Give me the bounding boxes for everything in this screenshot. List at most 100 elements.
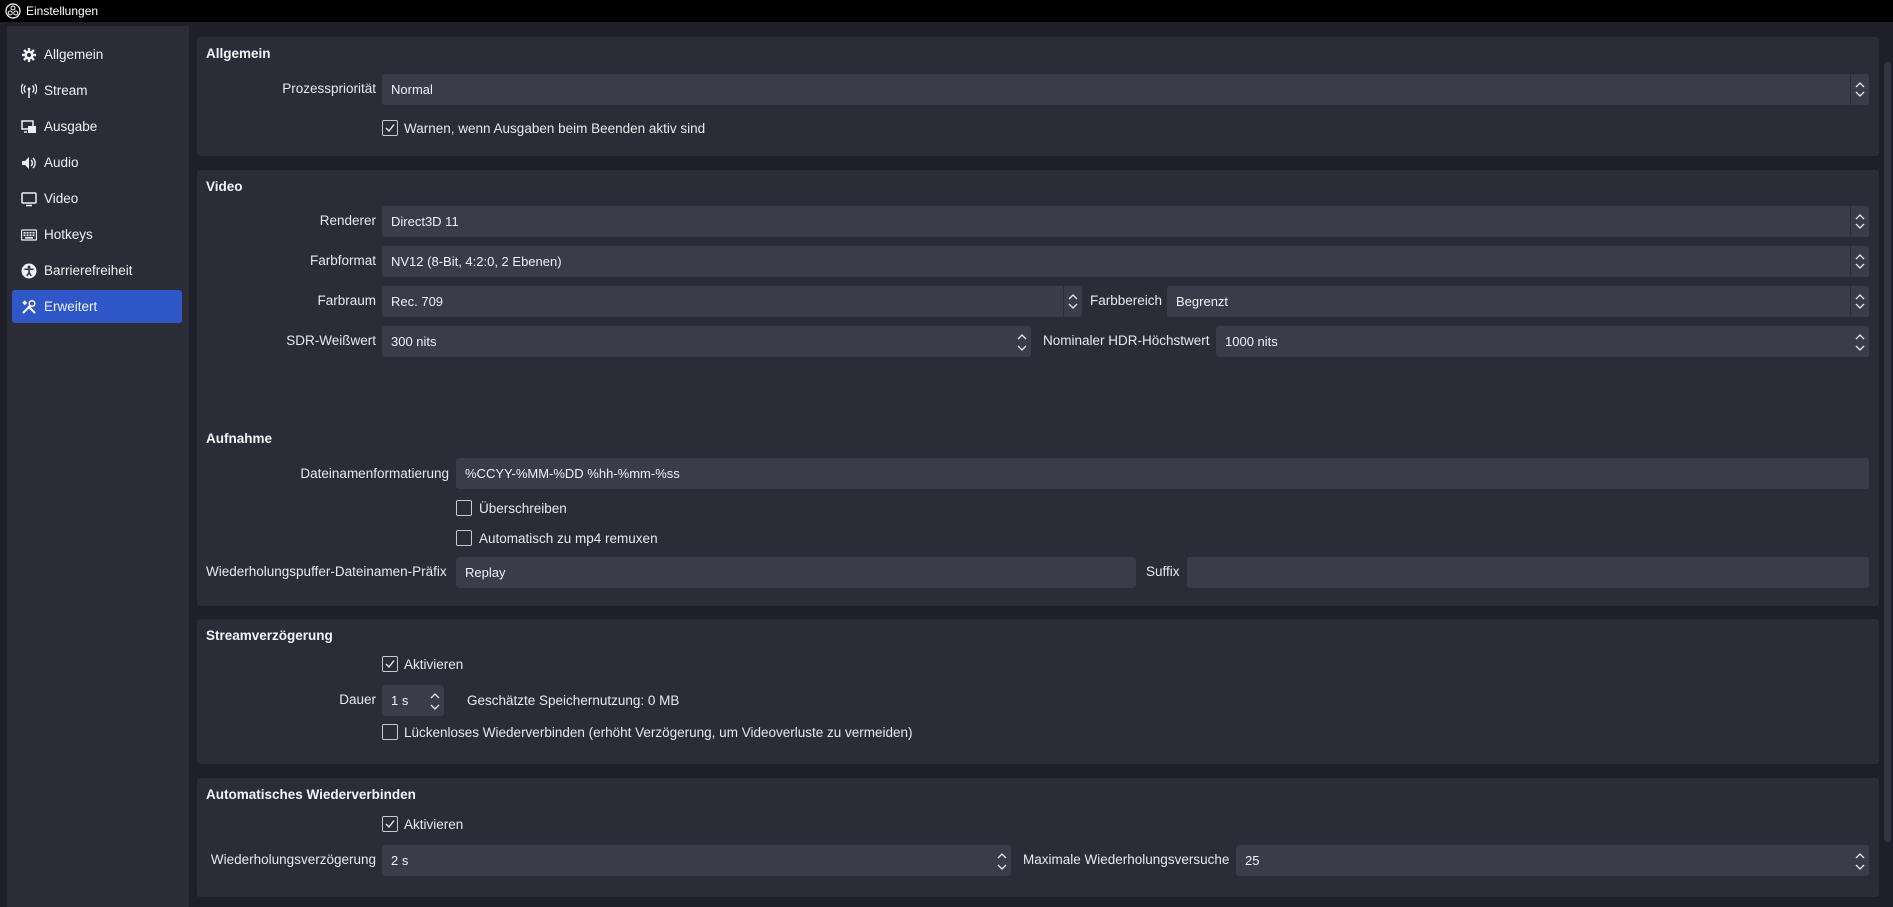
replay-prefix-value: Replay <box>465 565 506 580</box>
color-space-label: Farbraum <box>317 293 376 308</box>
sidebar-item-label: Video <box>44 191 79 206</box>
keyboard-icon <box>21 229 37 241</box>
title-bar: Einstellungen <box>0 0 1893 22</box>
color-range-label: Farbbereich <box>1090 293 1163 308</box>
scrollbar-thumb[interactable] <box>1884 62 1891 842</box>
auto-remux-label: Automatisch zu mp4 remuxen <box>479 531 658 546</box>
sidebar-item-label: Audio <box>44 155 79 170</box>
spin-arrows-icon[interactable] <box>1013 326 1031 357</box>
updown-chevron-icon <box>1063 286 1082 317</box>
stream-delay-enable-label: Aktivieren <box>404 657 464 672</box>
sidebar-item-label: Hotkeys <box>44 227 93 242</box>
sidebar-item-label: Stream <box>44 83 88 98</box>
updown-chevron-icon <box>1850 286 1869 317</box>
max-retries-value: 25 <box>1245 853 1260 868</box>
sidebar-item-barrierefreiheit[interactable]: Barrierefreiheit <box>12 254 182 287</box>
replay-prefix-label: Wiederholungspuffer-Dateinamen-Präfix <box>206 564 447 579</box>
obs-logo-icon <box>5 3 21 19</box>
warn-on-exit-checkbox[interactable] <box>382 120 398 136</box>
stream-delay-enable-checkbox[interactable] <box>382 656 398 672</box>
filename-format-label: Dateinamenformatierung <box>300 466 449 481</box>
sidebar-item-allgemein[interactable]: Allgemein <box>12 38 182 71</box>
warn-on-exit-label: Warnen, wenn Ausgaben beim Beenden aktiv… <box>404 121 706 136</box>
color-range-select[interactable]: Begrenzt <box>1167 286 1869 317</box>
general-group: Allgemein Prozesspriorität Normal Warnen… <box>197 37 1879 156</box>
settings-content: Allgemein Prozesspriorität Normal Warnen… <box>197 22 1879 907</box>
retry-delay-spinbox[interactable]: 2 s <box>382 845 1011 876</box>
updown-chevron-icon <box>1850 74 1869 105</box>
duration-spinbox[interactable]: 1 s <box>382 685 444 716</box>
sidebar: Allgemein Stream Ausgabe Audio Video Hot… <box>7 26 189 907</box>
sidebar-item-ausgabe[interactable]: Ausgabe <box>12 110 182 143</box>
auto-remux-checkbox[interactable] <box>456 530 472 546</box>
sdr-white-value: 300 nits <box>391 334 437 349</box>
hdr-peak-label: Nominaler HDR-Höchstwert <box>1043 333 1210 348</box>
spin-arrows-icon[interactable] <box>1851 326 1869 357</box>
spin-arrows-icon[interactable] <box>993 845 1011 876</box>
sidebar-item-stream[interactable]: Stream <box>12 74 182 107</box>
group-title: Allgemein <box>206 46 271 61</box>
gear-icon <box>22 48 36 62</box>
sdr-white-label: SDR-Weißwert <box>286 333 376 348</box>
sidebar-item-hotkeys[interactable]: Hotkeys <box>12 218 182 251</box>
updown-chevron-icon <box>1850 206 1869 237</box>
renderer-label: Renderer <box>319 213 376 228</box>
speaker-icon <box>22 157 36 169</box>
checkmark-icon <box>385 820 395 829</box>
color-range-value: Begrenzt <box>1176 294 1229 309</box>
sidebar-item-audio[interactable]: Audio <box>12 146 182 179</box>
reconnect-enable-label: Aktivieren <box>404 817 464 832</box>
reconnect-enable-checkbox[interactable] <box>382 816 398 832</box>
accessibility-icon <box>21 263 37 279</box>
checkmark-icon <box>385 660 395 669</box>
hdr-peak-value: 1000 nits <box>1225 334 1278 349</box>
priority-label: Prozesspriorität <box>282 81 376 96</box>
priority-value: Normal <box>391 82 433 97</box>
antenna-icon <box>21 83 37 98</box>
hdr-peak-spinbox[interactable]: 1000 nits <box>1216 326 1869 357</box>
monitor-icon <box>21 192 37 207</box>
suffix-label: Suffix <box>1146 564 1180 579</box>
checkmark-icon <box>385 124 395 133</box>
overwrite-label: Überschreiben <box>479 501 567 516</box>
renderer-select[interactable]: Direct3D 11 <box>382 206 1869 237</box>
max-retries-spinbox[interactable]: 25 <box>1236 845 1869 876</box>
group-title: Automatisches Wiederverbinden <box>206 787 416 802</box>
group-title: Video <box>206 179 243 194</box>
max-retries-label: Maximale Wiederholungsversuche <box>1023 852 1230 867</box>
color-space-select[interactable]: Rec. 709 <box>382 286 1082 317</box>
color-space-value: Rec. 709 <box>391 294 444 309</box>
renderer-value: Direct3D 11 <box>391 214 459 229</box>
overwrite-checkbox[interactable] <box>456 500 472 516</box>
retry-delay-label: Wiederholungsverzögerung <box>210 852 376 867</box>
duration-value: 1 s <box>391 693 409 708</box>
sidebar-item-erweitert[interactable]: Erweitert <box>12 290 182 323</box>
stream-delay-group: Streamverzögerung Aktivieren Dauer 1 s G… <box>197 619 1879 764</box>
color-format-label: Farbformat <box>309 253 376 268</box>
preserve-reconnect-checkbox[interactable] <box>382 724 398 740</box>
group-title: Aufnahme <box>206 431 273 446</box>
window-title: Einstellungen <box>26 4 99 18</box>
auto-reconnect-group: Automatisches Wiederverbinden Aktivieren… <box>197 778 1879 897</box>
video-group: Video Renderer Direct3D 11 Farbformat NV… <box>197 170 1879 430</box>
output-icon <box>21 120 36 133</box>
recording-group: Aufnahme Dateinamenformatierung %CCYY-%M… <box>197 422 1879 606</box>
color-format-value: NV12 (8-Bit, 4:2:0, 2 Ebenen) <box>391 254 562 269</box>
sidebar-item-video[interactable]: Video <box>12 182 182 215</box>
vertical-scrollbar[interactable] <box>1882 22 1893 907</box>
spin-arrows-icon[interactable] <box>426 685 444 716</box>
preserve-reconnect-label: Lückenloses Wiederverbinden (erhöht Verz… <box>404 725 913 740</box>
group-title: Streamverzögerung <box>206 628 333 643</box>
memory-usage-text: Geschätzte Speichernutzung: 0 MB <box>467 693 680 708</box>
filename-format-input[interactable]: %CCYY-%MM-%DD %hh-%mm-%ss <box>456 458 1869 489</box>
sidebar-item-label: Barrierefreiheit <box>44 263 133 278</box>
sidebar-item-label: Ausgabe <box>44 119 98 134</box>
suffix-input[interactable] <box>1187 557 1869 588</box>
sidebar-item-label: Erweitert <box>44 299 98 314</box>
sdr-white-spinbox[interactable]: 300 nits <box>382 326 1031 357</box>
priority-select[interactable]: Normal <box>382 74 1869 105</box>
spin-arrows-icon[interactable] <box>1851 845 1869 876</box>
filename-format-value: %CCYY-%MM-%DD %hh-%mm-%ss <box>465 466 680 481</box>
color-format-select[interactable]: NV12 (8-Bit, 4:2:0, 2 Ebenen) <box>382 246 1869 277</box>
replay-prefix-input[interactable]: Replay <box>456 557 1136 588</box>
